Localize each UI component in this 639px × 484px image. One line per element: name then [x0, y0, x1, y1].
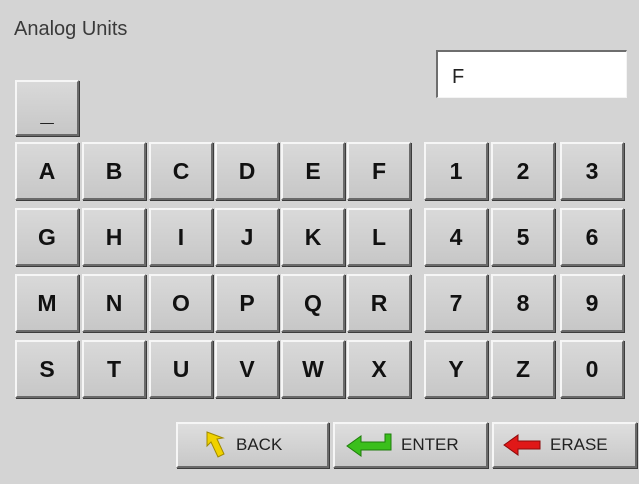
- key-x[interactable]: X: [347, 340, 411, 398]
- key-u[interactable]: U: [149, 340, 213, 398]
- erase-label: ERASE: [550, 435, 608, 454]
- key-i[interactable]: I: [149, 208, 213, 266]
- key-5[interactable]: 5: [491, 208, 555, 266]
- key-d[interactable]: D: [215, 142, 279, 200]
- key-n[interactable]: N: [82, 274, 146, 332]
- key-s[interactable]: S: [15, 340, 79, 398]
- green-enter-arrow-icon: [345, 432, 393, 458]
- key-k[interactable]: K: [281, 208, 345, 266]
- screen-title: Analog Units: [14, 18, 128, 40]
- erase-button[interactable]: ERASE: [492, 422, 637, 468]
- key-a[interactable]: A: [15, 142, 79, 200]
- key-l[interactable]: L: [347, 208, 411, 266]
- enter-button[interactable]: ENTER: [333, 422, 488, 468]
- red-left-arrow-icon: [502, 434, 542, 456]
- key-2[interactable]: 2: [491, 142, 555, 200]
- key-7[interactable]: 7: [424, 274, 488, 332]
- key-j[interactable]: J: [215, 208, 279, 266]
- key-9[interactable]: 9: [560, 274, 624, 332]
- key-m[interactable]: M: [15, 274, 79, 332]
- yellow-arrow-icon: [204, 430, 228, 460]
- key-6[interactable]: 6: [560, 208, 624, 266]
- key-t[interactable]: T: [82, 340, 146, 398]
- key-y[interactable]: Y: [424, 340, 488, 398]
- key-r[interactable]: R: [347, 274, 411, 332]
- key-b[interactable]: B: [82, 142, 146, 200]
- back-label: BACK: [236, 435, 283, 454]
- key-o[interactable]: O: [149, 274, 213, 332]
- back-button[interactable]: BACK: [176, 422, 329, 468]
- key-f[interactable]: F: [347, 142, 411, 200]
- key-h[interactable]: H: [82, 208, 146, 266]
- entry-field[interactable]: F: [436, 50, 627, 98]
- key-e[interactable]: E: [281, 142, 345, 200]
- key-g[interactable]: G: [15, 208, 79, 266]
- key-8[interactable]: 8: [491, 274, 555, 332]
- enter-label: ENTER: [401, 435, 459, 454]
- key-4[interactable]: 4: [424, 208, 488, 266]
- key-3[interactable]: 3: [560, 142, 624, 200]
- key-0[interactable]: 0: [560, 340, 624, 398]
- key-v[interactable]: V: [215, 340, 279, 398]
- key-w[interactable]: W: [281, 340, 345, 398]
- key-p[interactable]: P: [215, 274, 279, 332]
- key-q[interactable]: Q: [281, 274, 345, 332]
- underscore-key[interactable]: _: [15, 80, 79, 136]
- key-1[interactable]: 1: [424, 142, 488, 200]
- key-z[interactable]: Z: [491, 340, 555, 398]
- key-c[interactable]: C: [149, 142, 213, 200]
